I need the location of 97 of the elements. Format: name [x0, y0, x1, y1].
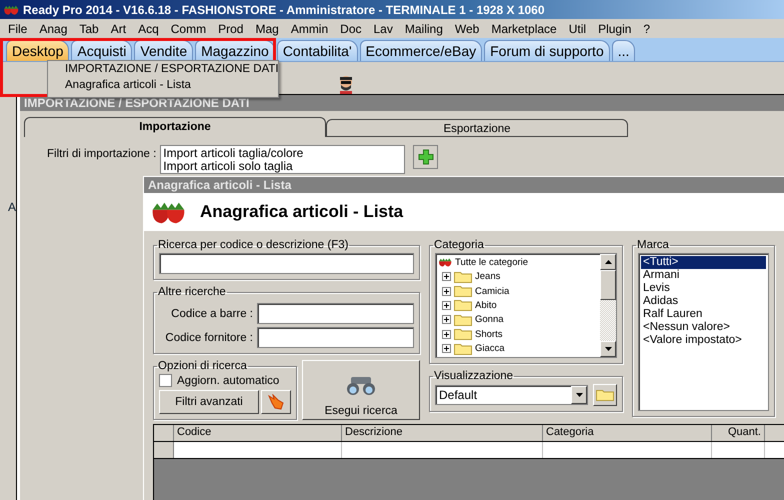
flame-button[interactable] [261, 390, 291, 414]
tree-item[interactable]: Shorts [475, 328, 502, 340]
checkbox-label: Aggiorn. automatico [177, 374, 280, 386]
list-item[interactable]: Adidas [641, 295, 766, 308]
menu-item[interactable]: Anagrafica articoli - Lista [48, 79, 278, 95]
group-label: Visualizzazione [433, 370, 514, 382]
tab[interactable]: Acquisti [71, 40, 132, 61]
desktop-label: A [8, 200, 16, 214]
menu-item[interactable]: Prod [212, 22, 250, 36]
tab[interactable]: Forum di supporto [484, 40, 610, 61]
window-title: IMPORTAZIONE / ESPORTAZIONE DATI [20, 95, 784, 111]
menu-item[interactable]: Art [104, 22, 132, 36]
search-field[interactable] [159, 253, 414, 274]
filter-list[interactable]: Import articoli taglia/colore Import articoli solo taglia [160, 145, 406, 174]
menu-item[interactable]: Plugin [592, 22, 638, 36]
menu-item[interactable]: Tab [73, 22, 105, 36]
expand-icon[interactable] [442, 344, 451, 354]
field-label: Codice a barre : [171, 308, 253, 320]
list-item[interactable]: Levis [641, 282, 766, 295]
field-label: Codice fornitore : [165, 332, 253, 344]
menu-item[interactable]: Mag [249, 22, 285, 36]
window-title: Ready Pro 2014 - V16.6.18 - FASHIONSTORE - Amministratore - TERMINALE 1 - 1928 X 1060 [23, 2, 545, 16]
menu-item[interactable]: Anag [33, 22, 74, 36]
tree-item[interactable]: Tutte le categorie [438, 255, 598, 270]
menu-item[interactable]: Web [448, 22, 486, 36]
folder-button[interactable] [593, 384, 617, 406]
menu-item[interactable]: Lav [368, 22, 399, 36]
view-dropdown[interactable]: Default [435, 385, 588, 405]
strawberry-logo-icon [3, 4, 19, 16]
folder-icon [454, 328, 472, 340]
menu-item[interactable]: Mailing [398, 22, 449, 36]
search-button[interactable]: Esegui ricerca [302, 360, 420, 420]
tree-item[interactable]: Jeans [475, 271, 500, 282]
expand-icon[interactable] [442, 286, 451, 296]
column-header[interactable]: Descrizione [342, 425, 543, 441]
tab[interactable]: Desktop [6, 40, 70, 61]
expand-icon[interactable] [442, 330, 451, 339]
binoculars-icon [345, 375, 377, 397]
list-item[interactable]: Import articoli solo taglia [163, 160, 402, 173]
scrollbar[interactable] [600, 254, 616, 357]
menu-item[interactable]: ? [637, 22, 656, 36]
list-item[interactable]: Ralf Lauren [641, 308, 766, 321]
tree-item[interactable]: Camicia [475, 286, 510, 297]
window-heading: Anagrafica articoli - Lista [200, 202, 404, 222]
list-item[interactable]: <Nessun valore> [641, 321, 766, 334]
group-label: Marca [636, 239, 670, 251]
tree-item[interactable]: Gonna [475, 314, 504, 326]
tab[interactable]: Vendite [134, 40, 194, 61]
caret-icon [576, 393, 582, 397]
group-label: Opzioni di ricerca [157, 360, 248, 372]
menu-item[interactable]: Marketplace [485, 22, 563, 36]
list-item[interactable]: Armani [641, 269, 766, 282]
tree-item[interactable]: Giacca [475, 343, 505, 354]
tab[interactable]: Contabilita' [276, 40, 358, 61]
flame-arrow-icon [268, 394, 284, 410]
column-header[interactable]: Quant. [712, 425, 765, 441]
tab[interactable]: Esportazione [326, 119, 628, 137]
list-item[interactable]: <Tutti> [641, 256, 766, 269]
column-header[interactable]: Codice [174, 425, 342, 441]
input-field[interactable] [257, 303, 414, 324]
advanced-filters-button[interactable]: Filtri avanzati [159, 390, 259, 414]
strawberry-icon [438, 257, 452, 268]
add-button[interactable] [413, 145, 438, 169]
tab[interactable]: Importazione [24, 117, 326, 137]
checkbox[interactable] [159, 374, 172, 387]
tab[interactable]: Ecommerce/eBay [360, 40, 482, 61]
tree-item[interactable]: Abito [475, 300, 497, 311]
down-arrow-icon [604, 347, 612, 351]
menu-item[interactable]: Util [562, 22, 592, 36]
folder-icon [454, 299, 472, 312]
window-title: Anagrafica articoli - Lista [144, 177, 784, 193]
folder-icon [596, 389, 614, 401]
list-item[interactable]: Import articoli taglia/colore [163, 147, 402, 160]
group-label: Categoria [433, 239, 485, 251]
plus-icon [418, 149, 434, 165]
expand-icon[interactable] [442, 272, 451, 282]
up-arrow-icon [604, 260, 612, 264]
menu-item[interactable]: Ammin [284, 22, 334, 36]
menu-item[interactable]: IMPORTAZIONE / ESPORTAZIONE DATI [48, 63, 278, 79]
menu-item[interactable]: Comm [164, 22, 212, 36]
folder-icon [454, 314, 472, 326]
person-icon [338, 75, 354, 95]
folder-icon [454, 342, 472, 355]
menu-item[interactable]: Doc [334, 22, 368, 36]
folder-icon [454, 285, 472, 298]
tab[interactable]: ... [612, 40, 636, 61]
menu-item[interactable]: File [2, 22, 34, 36]
menu-item[interactable]: Acq [132, 22, 165, 36]
input-field[interactable] [257, 327, 414, 348]
group-label: Ricerca per codice o descrizione (F3) [157, 239, 350, 251]
folder-icon [454, 270, 472, 283]
list-item[interactable]: <Valore impostato> [641, 334, 766, 347]
field-label: Filtri di importazione : [47, 147, 156, 160]
expand-icon[interactable] [442, 315, 451, 324]
expand-icon[interactable] [442, 300, 451, 310]
column-header[interactable]: Categoria [543, 425, 712, 441]
group-label: Altre ricerche [157, 286, 227, 298]
